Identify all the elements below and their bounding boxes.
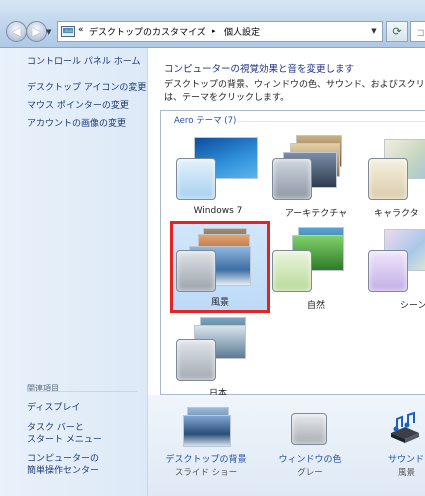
desktop-background-value: スライド ショー	[174, 468, 238, 478]
theme-label: キャラクタ	[374, 209, 419, 219]
window-color-setting[interactable]: ウィンドウの色 グレー	[270, 407, 350, 487]
address-dropdown-icon[interactable]: ▼	[369, 25, 379, 38]
theme-scenes[interactable]: シーン	[362, 221, 425, 311]
search-input[interactable]: コントロール パネル	[410, 21, 425, 42]
ease-of-access-link-line1[interactable]: コンピューターの	[27, 454, 99, 465]
aero-themes-group-label: Aero テーマ (7)	[174, 116, 237, 126]
refresh-icon: ⟳	[392, 25, 402, 38]
forward-arrow-icon: ▶	[32, 25, 41, 38]
theme-color-swatch	[176, 158, 216, 200]
ease-of-access-link-line2[interactable]: 簡単操作センター	[27, 466, 99, 477]
theme-color-swatch	[272, 250, 312, 292]
breadcrumb-separator[interactable]: ▸	[212, 27, 216, 35]
back-arrow-icon: ◀	[12, 25, 21, 38]
change-desktop-icons-link[interactable]: デスクトップ アイコンの変更	[27, 83, 146, 94]
group-divider	[238, 121, 425, 122]
theme-color-swatch	[368, 250, 408, 292]
refresh-button[interactable]: ⟳	[386, 21, 408, 42]
theme-color-swatch	[176, 250, 216, 292]
theme-label: アーキテクチャ	[284, 209, 348, 219]
theme-japan[interactable]: 日本	[170, 311, 266, 399]
theme-label: 自然	[306, 301, 325, 311]
window-color-label[interactable]: ウィンドウの色	[270, 452, 350, 465]
theme-label: シーン	[400, 301, 425, 311]
page-heading: コンピューターの視覚効果と音を変更します	[164, 64, 355, 75]
breadcrumb-customize[interactable]: デスクトップのカスタマイズ	[89, 25, 206, 38]
theme-label: Windows 7	[193, 206, 243, 216]
change-mouse-pointers-link[interactable]: マウス ポインターの変更	[27, 101, 129, 112]
desktop-background-label[interactable]: デスクトップの背景	[165, 452, 247, 465]
sounds-label[interactable]: サウンド	[388, 452, 424, 465]
theme-windows7[interactable]: Windows 7	[170, 129, 266, 217]
desktop-background-icon	[183, 415, 231, 447]
related-separator	[27, 391, 137, 392]
back-button[interactable]: ◀	[6, 21, 27, 42]
theme-landscape[interactable]: 風景	[170, 221, 270, 313]
related-heading: 関連項目	[27, 384, 59, 393]
window-color-icon	[291, 413, 327, 445]
breadcrumb-overflow[interactable]: «	[78, 25, 84, 35]
sounds-value: 風景	[398, 468, 416, 478]
theme-color-swatch	[176, 339, 216, 381]
theme-color-swatch	[272, 158, 312, 200]
control-panel-home-link[interactable]: コントロール パネル ホーム	[27, 57, 140, 68]
forward-button[interactable]: ▶	[26, 21, 47, 42]
address-bar[interactable]: « デスクトップのカスタマイズ ▸ 個人設定 ▼	[57, 21, 383, 42]
desktop-background-setting[interactable]: デスクトップの背景 スライド ショー	[165, 407, 247, 487]
control-panel-icon	[61, 26, 75, 37]
recent-pages-dropdown[interactable]: ▼	[46, 27, 54, 37]
display-link[interactable]: ディスプレイ	[27, 403, 80, 414]
description-line-1: デスクトップの背景、ウィンドウの色、サウンド、およびスクリーン	[164, 80, 425, 90]
change-account-picture-link[interactable]: アカウントの画像の変更	[27, 119, 126, 130]
theme-label: 風景	[210, 298, 229, 308]
sounds-icon	[391, 411, 419, 443]
theme-characters[interactable]: キャラクタ	[362, 129, 425, 219]
taskbar-link-line1[interactable]: タスク バーと	[27, 423, 84, 434]
description-line-2: は、テーマをクリックします。	[164, 93, 290, 103]
page-description: デスクトップの背景、ウィンドウの色、サウンド、およびスクリーン は、テーマをクリ…	[164, 79, 425, 105]
sounds-setting[interactable]: サウンド 風景	[380, 407, 425, 487]
theme-color-swatch	[368, 158, 408, 200]
window-color-value: グレー	[297, 468, 323, 478]
taskbar-link-line2[interactable]: スタート メニュー	[27, 435, 102, 446]
breadcrumb-personalize[interactable]: 個人設定	[224, 25, 260, 38]
theme-architecture[interactable]: アーキテクチャ	[268, 129, 364, 219]
theme-nature[interactable]: 自然	[268, 221, 364, 311]
